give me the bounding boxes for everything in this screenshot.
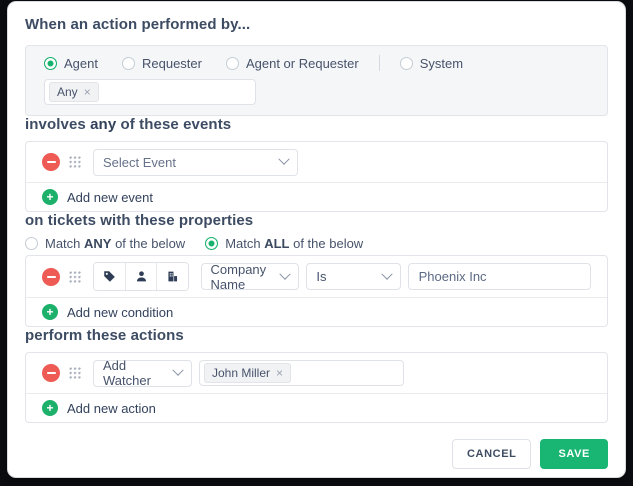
- chip-remove-icon[interactable]: ×: [276, 366, 283, 380]
- save-button[interactable]: SAVE: [540, 439, 608, 469]
- label-bold-text: ALL: [264, 236, 290, 251]
- cancel-button[interactable]: CANCEL: [452, 439, 532, 469]
- value-chip: John Miller ×: [204, 363, 292, 383]
- condition-value-input[interactable]: Phoenix Inc: [407, 263, 591, 290]
- match-type-radio-group: Match ANY of the below Match ALL of the …: [25, 236, 608, 251]
- radio-label: Requester: [141, 55, 202, 71]
- radio-label: Match ALL of the below: [225, 236, 363, 251]
- radio-selected-icon: [205, 237, 219, 250]
- plus-icon: +: [42, 304, 58, 320]
- chevron-down-icon: [278, 153, 290, 165]
- label-text: Match: [225, 236, 265, 251]
- conditions-box: Company Name Is Phoenix Inc + Add new co…: [25, 255, 608, 327]
- select-value: Is: [316, 269, 327, 284]
- chevron-down-icon: [172, 364, 184, 376]
- performed-by-value-input[interactable]: Any ×: [44, 79, 256, 105]
- automation-rule-card: When an action performed by... Agent Req…: [8, 2, 625, 477]
- heading-bold-text: any: [90, 116, 117, 133]
- radio-label: Agent or Requester: [245, 55, 359, 71]
- condition-scope-toggle: [93, 262, 189, 291]
- radio-option-agent[interactable]: Agent: [44, 56, 98, 71]
- add-action-label: Add new action: [67, 400, 156, 416]
- vertical-divider: [378, 55, 380, 71]
- radio-selected-icon: [44, 56, 57, 70]
- condition-row: Company Name Is Phoenix Inc: [26, 256, 607, 297]
- condition-operator-select[interactable]: Is: [306, 263, 401, 290]
- radio-unselected-icon: [121, 56, 135, 70]
- chip-remove-icon[interactable]: ×: [84, 85, 91, 99]
- watcher-value-input[interactable]: John Miller ×: [199, 360, 404, 386]
- add-event-button[interactable]: + Add new event: [26, 182, 607, 211]
- radio-match-any[interactable]: Match ANY of the below: [25, 236, 185, 251]
- radio-unselected-icon: [399, 56, 413, 70]
- chevron-down-icon: [279, 268, 292, 280]
- condition-field-select[interactable]: Company Name: [200, 261, 300, 292]
- heading-text: involves: [25, 116, 91, 133]
- events-box: Select Event + Add new event: [25, 141, 608, 212]
- requester-person-icon[interactable]: [125, 263, 157, 290]
- radio-unselected-icon: [225, 56, 239, 70]
- section-title-performed-by: When an action performed by...: [25, 16, 251, 33]
- drag-handle-icon[interactable]: [69, 156, 81, 168]
- radio-match-all[interactable]: Match ALL of the below: [205, 236, 363, 251]
- plus-icon: +: [42, 400, 58, 416]
- remove-event-button[interactable]: [42, 153, 60, 171]
- add-condition-button[interactable]: + Add new condition: [26, 297, 607, 326]
- chip-label: John Miller: [212, 366, 271, 380]
- heading-text: of these events: [116, 116, 232, 133]
- add-action-button[interactable]: + Add new action: [26, 393, 607, 422]
- performed-by-radio-group: Agent Requester Agent or Requester Syste…: [44, 55, 589, 71]
- add-condition-label: Add new condition: [67, 304, 174, 320]
- ticket-tag-icon[interactable]: [94, 263, 126, 290]
- radio-option-system[interactable]: System: [399, 55, 464, 71]
- company-building-icon[interactable]: [156, 263, 188, 290]
- radio-option-agent-or-requester[interactable]: Agent or Requester: [225, 55, 359, 71]
- chip-label: Any: [57, 85, 78, 99]
- radio-label: System: [419, 55, 464, 71]
- action-row: Add Watcher John Miller ×: [26, 353, 607, 393]
- actions-box: Add Watcher John Miller × + Add new acti…: [25, 352, 608, 423]
- select-placeholder: Select Event: [103, 154, 176, 170]
- label-text: of the below: [289, 236, 364, 251]
- plus-icon: +: [42, 189, 58, 205]
- label-text: of the below: [111, 236, 186, 251]
- drag-handle-icon[interactable]: [69, 270, 81, 283]
- event-row: Select Event: [26, 142, 607, 182]
- page-background: When an action performed by... Agent Req…: [0, 0, 633, 486]
- chevron-down-icon: [380, 268, 393, 280]
- label-bold-text: ANY: [84, 236, 112, 251]
- remove-condition-button[interactable]: [42, 267, 60, 286]
- radio-option-requester[interactable]: Requester: [121, 55, 202, 71]
- remove-action-button[interactable]: [42, 364, 60, 382]
- select-value: Company Name: [210, 261, 267, 292]
- section-title-events: involves any of these events: [25, 116, 608, 133]
- label-text: Match: [45, 236, 85, 251]
- radio-unselected-icon: [25, 237, 38, 250]
- value-chip: Any ×: [49, 82, 99, 102]
- select-value: Add Watcher: [103, 358, 151, 388]
- drag-handle-icon[interactable]: [69, 367, 81, 379]
- radio-label: Agent: [64, 55, 98, 71]
- action-type-select[interactable]: Add Watcher: [93, 358, 192, 388]
- footer-bar: CANCEL SAVE: [25, 439, 608, 469]
- section-title-actions: perform these actions: [25, 327, 184, 344]
- radio-label: Match ANY of the below: [45, 236, 185, 251]
- section-title-conditions: on tickets with these properties: [25, 212, 254, 229]
- performed-by-panel: Agent Requester Agent or Requester Syste…: [25, 45, 608, 116]
- event-select[interactable]: Select Event: [93, 148, 298, 176]
- add-event-label: Add new event: [67, 189, 154, 205]
